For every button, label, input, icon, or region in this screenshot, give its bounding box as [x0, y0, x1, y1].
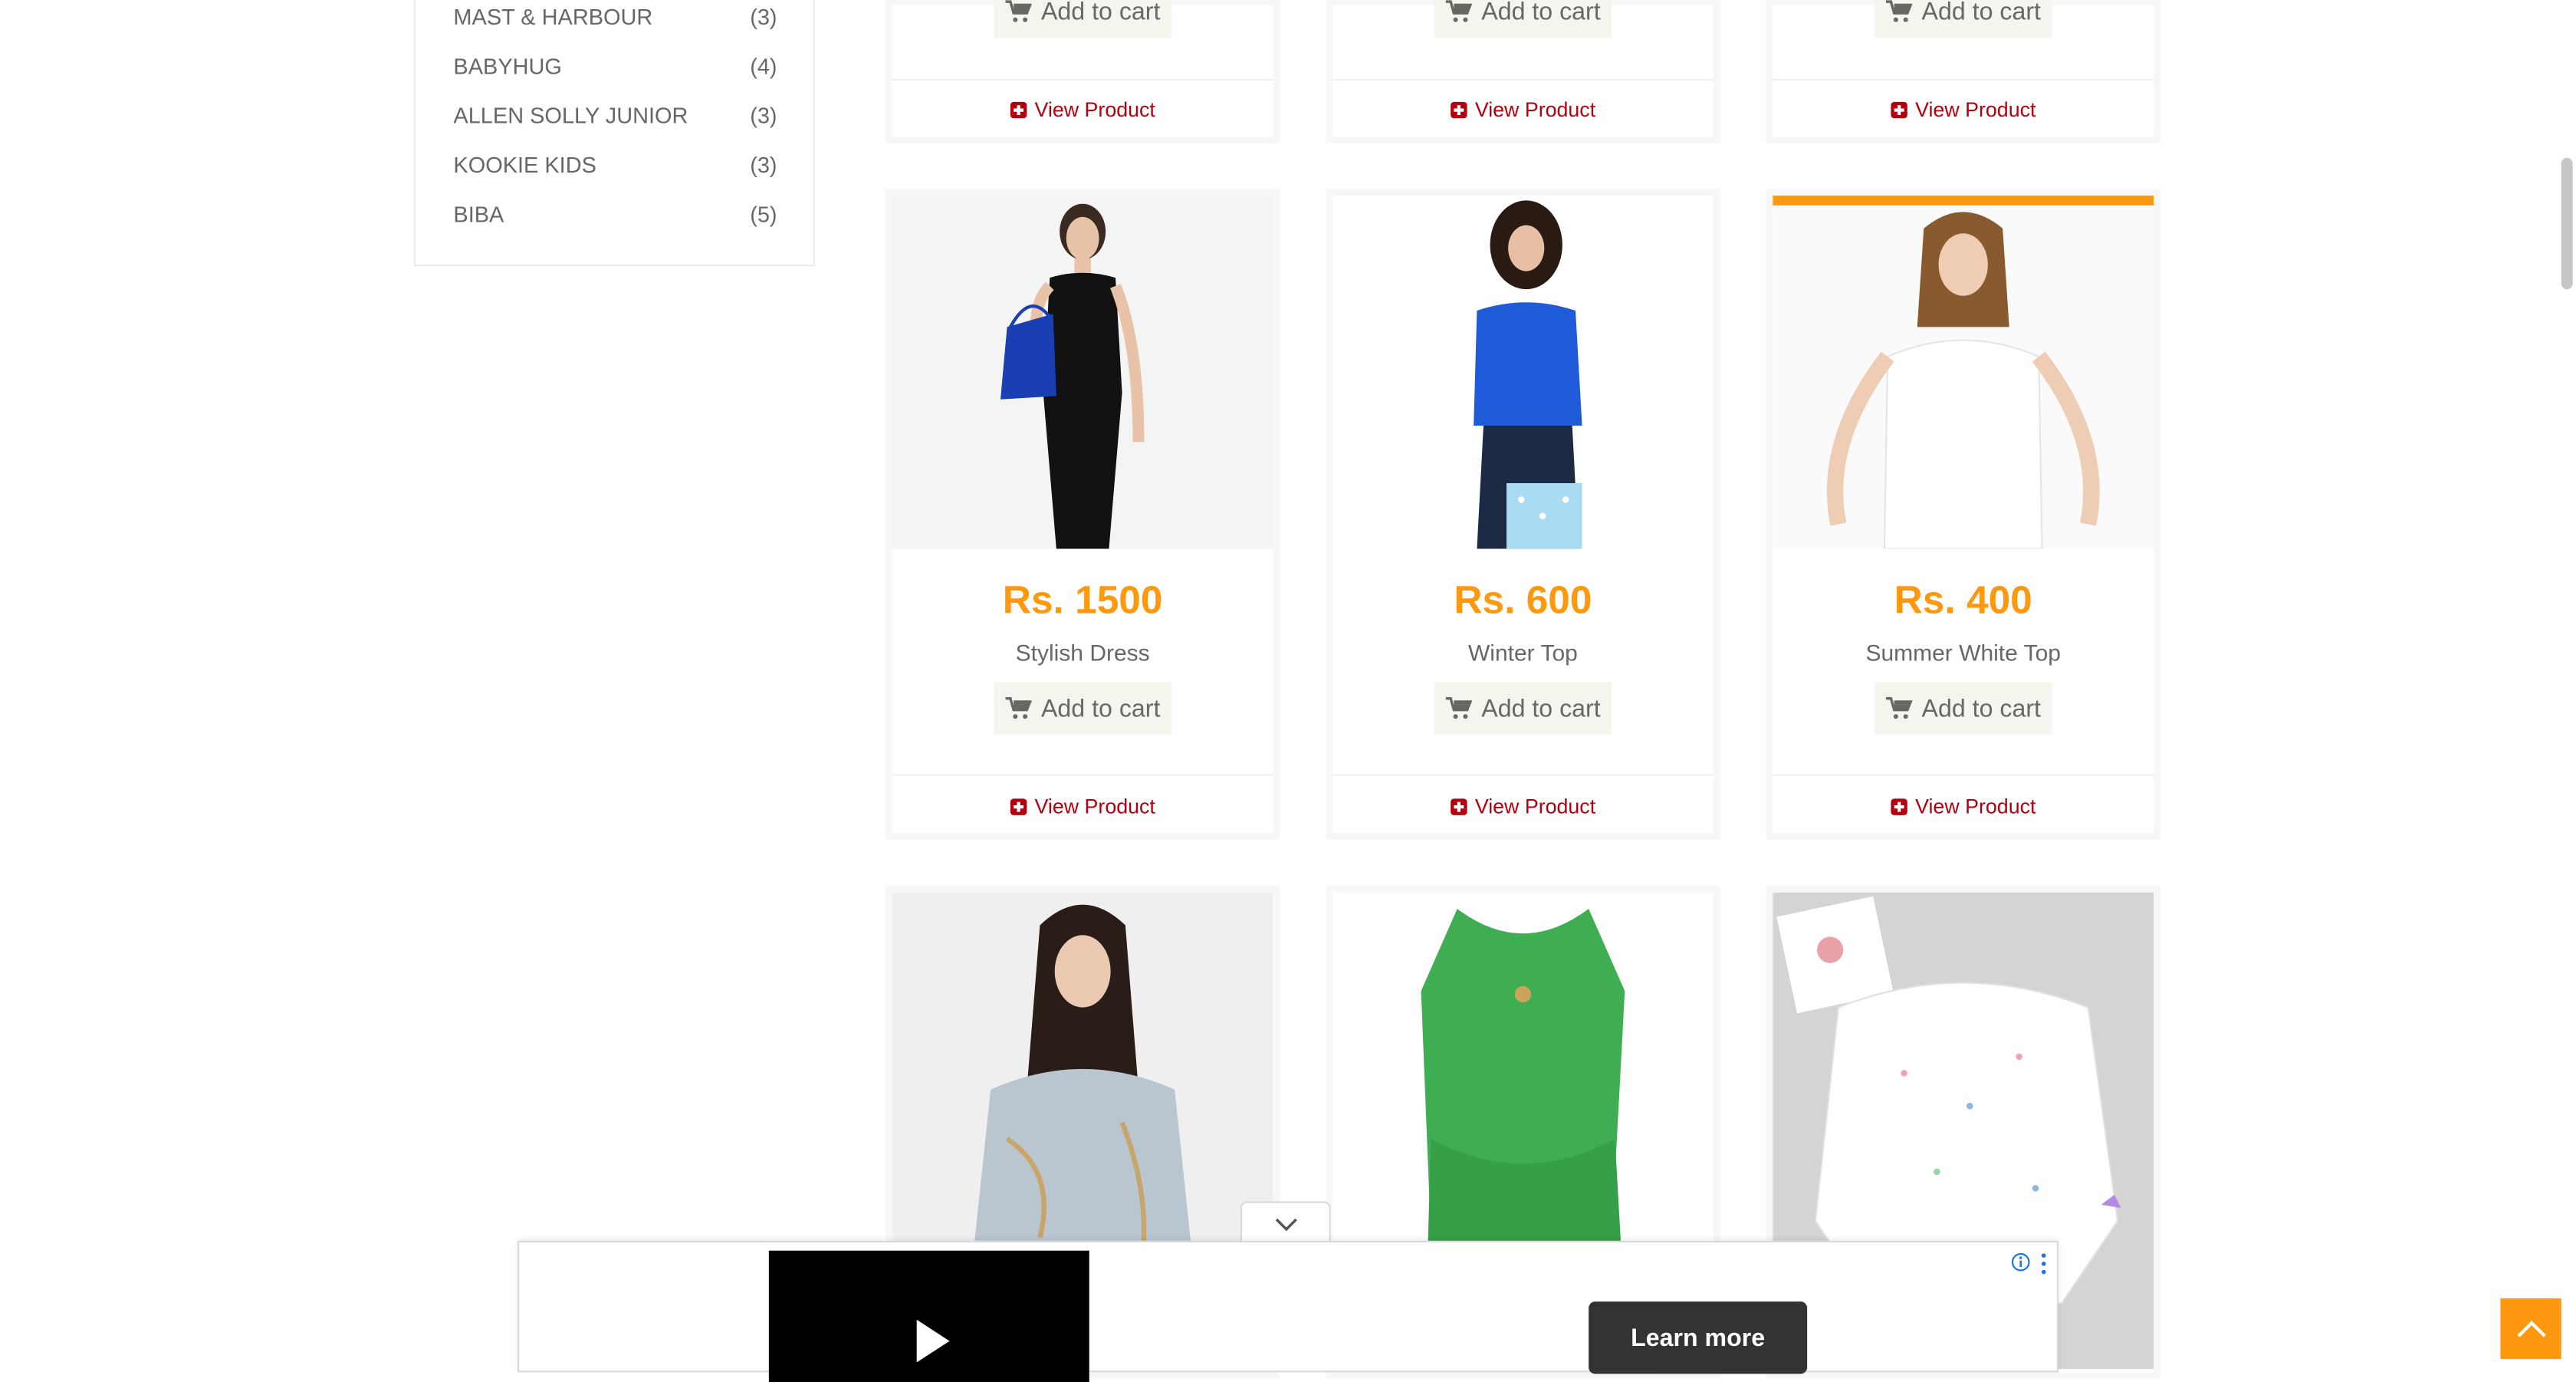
brand-count: (5) — [750, 202, 777, 227]
brands-panel: MAST & HARBOUR (3) BABYHUG (4) ALLEN SOL… — [414, 0, 815, 267]
brand-name[interactable]: MAST & HARBOUR — [453, 5, 652, 29]
shopping-cart-icon — [1445, 0, 1472, 22]
brand-count: (3) — [750, 153, 777, 178]
view-product-link[interactable]: View Product — [1332, 795, 1714, 818]
add-to-cart-button[interactable]: Add to cart — [994, 0, 1171, 38]
learn-more-button[interactable]: Learn more — [1589, 1301, 1808, 1374]
divider — [1773, 78, 2154, 81]
plus-square-icon — [1890, 101, 1907, 119]
brand-item-biba[interactable]: BIBA (5) — [453, 202, 777, 235]
plus-square-icon — [1450, 798, 1467, 815]
ad-video[interactable] — [768, 1250, 1089, 1382]
product-price: Rs. 600 — [1454, 578, 1592, 624]
product-name: Winter Top — [1467, 639, 1578, 666]
add-to-cart-button[interactable]: Add to cart — [1434, 0, 1612, 38]
play-icon — [916, 1319, 950, 1363]
scrollbar-thumb[interactable] — [2561, 157, 2573, 290]
ad-banner: Learn more — [518, 1240, 2058, 1382]
add-to-cart-button[interactable]: Add to cart — [1434, 682, 1612, 735]
view-product-label: View Product — [1034, 98, 1155, 122]
back-to-top-button[interactable] — [2500, 1298, 2561, 1360]
view-product-label: View Product — [1915, 98, 2036, 122]
product-name: Stylish Dress — [1015, 639, 1150, 666]
brand-name[interactable]: BIBA — [453, 202, 504, 227]
add-to-cart-button[interactable]: Add to cart — [1875, 0, 2052, 38]
brand-count: (3) — [750, 5, 777, 30]
shopping-cart-icon — [1885, 0, 1912, 22]
view-product-link[interactable]: View Product — [892, 795, 1273, 818]
divider — [1773, 774, 2154, 776]
divider — [892, 774, 1273, 776]
shopping-cart-icon — [1885, 696, 1912, 719]
product-name: Summer White Top — [1865, 639, 2061, 666]
divider — [1332, 774, 1714, 776]
brand-item-allen-solly-junior[interactable]: ALLEN SOLLY JUNIOR (3) — [453, 104, 777, 137]
brand-item-babyhug[interactable]: BABYHUG (4) — [453, 54, 777, 87]
product-image[interactable] — [1332, 195, 1714, 549]
product-card: Add to cart View Product — [886, 0, 1280, 143]
product-image[interactable] — [1773, 195, 2154, 549]
view-product-link[interactable]: View Product — [1773, 99, 2154, 122]
view-product-label: View Product — [1915, 795, 2036, 819]
add-to-cart-label: Add to cart — [1040, 694, 1161, 722]
product-card: Rs. 1500 Stylish Dress Add to cart View … — [886, 189, 1280, 840]
divider — [892, 78, 1273, 81]
add-to-cart-button[interactable]: Add to cart — [1875, 682, 2052, 735]
chevron-up-icon — [2516, 1320, 2545, 1338]
shopping-cart-icon — [1004, 0, 1032, 22]
view-product-label: View Product — [1474, 795, 1596, 819]
brand-count: (4) — [750, 54, 777, 79]
shopping-cart-icon — [1445, 696, 1472, 719]
product-price: Rs. 400 — [1894, 578, 2032, 624]
brand-item-mast-harbour[interactable]: MAST & HARBOUR (3) — [453, 5, 777, 38]
add-to-cart-label: Add to cart — [1040, 0, 1161, 26]
view-product-label: View Product — [1474, 98, 1596, 122]
product-image[interactable] — [892, 195, 1273, 549]
learn-more-label: Learn more — [1631, 1324, 1766, 1353]
add-to-cart-label: Add to cart — [1481, 0, 1601, 26]
ad-collapse-button[interactable] — [1240, 1201, 1331, 1245]
add-to-cart-button[interactable]: Add to cart — [994, 682, 1171, 735]
product-card: Add to cart View Product — [1326, 0, 1720, 143]
add-to-cart-label: Add to cart — [1921, 694, 2041, 722]
product-price: Rs. 1500 — [1002, 578, 1163, 624]
view-product-link[interactable]: View Product — [1773, 795, 2154, 818]
brand-item-kookie-kids[interactable]: KOOKIE KIDS (3) — [453, 153, 777, 186]
chevron-down-icon — [1274, 1217, 1296, 1230]
info-icon[interactable] — [2011, 1252, 2031, 1272]
kebab-menu-icon[interactable] — [2039, 1252, 2049, 1275]
product-card: Rs. 600 Winter Top Add to cart View Prod… — [1326, 189, 1720, 840]
brand-name[interactable]: BABYHUG — [453, 54, 561, 79]
view-product-link[interactable]: View Product — [892, 99, 1273, 122]
plus-square-icon — [1010, 101, 1027, 119]
product-card: Rs. 400 Summer White Top Add to cart Vie… — [1766, 189, 2160, 840]
brand-name[interactable]: ALLEN SOLLY JUNIOR — [453, 104, 688, 128]
view-product-link[interactable]: View Product — [1332, 99, 1714, 122]
plus-square-icon — [1450, 101, 1467, 119]
shopping-cart-icon — [1004, 696, 1032, 719]
divider — [1332, 78, 1714, 81]
brand-name[interactable]: KOOKIE KIDS — [453, 153, 596, 177]
plus-square-icon — [1890, 798, 1907, 815]
add-to-cart-label: Add to cart — [1481, 694, 1601, 722]
add-to-cart-label: Add to cart — [1921, 0, 2041, 26]
product-card: Add to cart View Product — [1766, 0, 2160, 143]
plus-square-icon — [1010, 798, 1027, 815]
brand-count: (3) — [750, 104, 777, 129]
view-product-label: View Product — [1034, 795, 1155, 819]
